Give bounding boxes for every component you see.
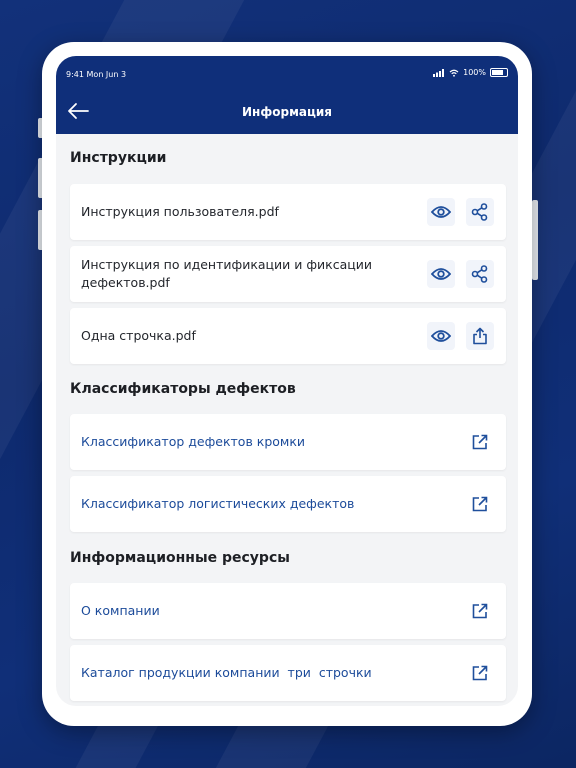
open-link-button[interactable] <box>466 597 494 625</box>
export-icon <box>473 327 487 345</box>
section-title-defect-classifiers: Классификаторы дефектов <box>70 381 296 397</box>
list-item[interactable]: Каталог продукции компании три строчки <box>70 645 506 701</box>
section-title-info-resources: Информационные ресурсы <box>70 550 290 566</box>
status-indicators: 100% <box>433 68 508 77</box>
battery-percent: 100% <box>463 68 486 77</box>
list-item[interactable]: Одна строчка.pdf <box>70 308 506 364</box>
share-button[interactable] <box>466 198 494 226</box>
external-link-icon <box>472 603 488 619</box>
share-button[interactable] <box>466 260 494 288</box>
open-link-button[interactable] <box>466 428 494 456</box>
document-name: Одна строчка.pdf <box>81 328 196 343</box>
screen: 9:41 Mon Jun 3 100% Информация Инструкци… <box>56 56 518 706</box>
section-title-instructions: Инструкции <box>70 150 167 166</box>
wifi-icon <box>449 69 459 77</box>
document-name: Инструкция пользователя.pdf <box>81 204 279 219</box>
battery-icon <box>490 68 508 77</box>
view-button[interactable] <box>427 260 455 288</box>
share-icon <box>471 265 488 283</box>
external-link-icon <box>472 496 488 512</box>
tablet-frame: 9:41 Mon Jun 3 100% Информация Инструкци… <box>42 42 532 726</box>
external-link-icon <box>472 665 488 681</box>
list-item[interactable]: О компании <box>70 583 506 639</box>
signal-icon <box>433 68 445 77</box>
open-link-button[interactable] <box>466 659 494 687</box>
list-item[interactable]: Классификатор дефектов кромки <box>70 414 506 470</box>
list-item[interactable]: Классификатор логистических дефектов <box>70 476 506 532</box>
link-label[interactable]: О компании <box>81 602 160 620</box>
list-item[interactable]: Инструкция пользователя.pdf <box>70 184 506 240</box>
eye-icon <box>431 268 451 280</box>
page-title: Информация <box>242 105 332 119</box>
external-link-icon <box>472 434 488 450</box>
view-button[interactable] <box>427 198 455 226</box>
status-date-text: Mon Jun 3 <box>86 70 127 79</box>
link-label[interactable]: Каталог продукции компании три строчки <box>81 664 372 682</box>
open-link-button[interactable] <box>466 490 494 518</box>
document-name: Инструкция по идентификации и фиксации д… <box>81 257 373 290</box>
status-time: 9:41 Mon Jun 3 <box>66 70 126 79</box>
app-bar: 9:41 Mon Jun 3 100% Информация <box>56 56 518 134</box>
export-button[interactable] <box>466 322 494 350</box>
link-label[interactable]: Классификатор дефектов кромки <box>81 433 305 451</box>
device-side-button <box>532 200 538 280</box>
view-button[interactable] <box>427 322 455 350</box>
eye-icon <box>431 206 451 218</box>
status-time-text: 9:41 <box>66 70 84 79</box>
eye-icon <box>431 330 451 342</box>
share-icon <box>471 203 488 221</box>
link-label[interactable]: Классификатор логистических дефектов <box>81 495 354 513</box>
list-item[interactable]: Инструкция по идентификации и фиксации д… <box>70 246 506 302</box>
